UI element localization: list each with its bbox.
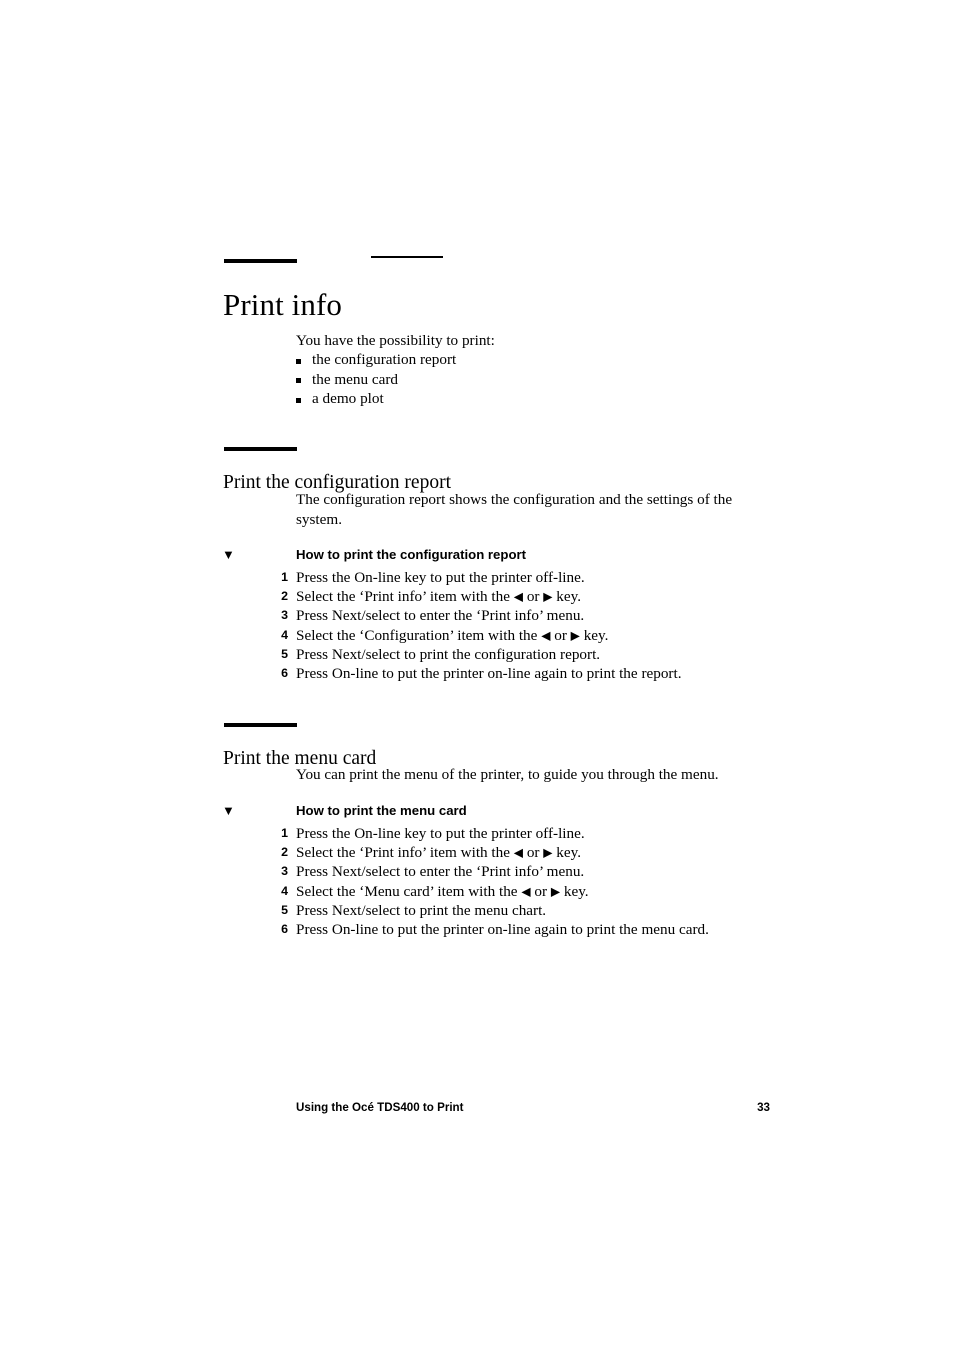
footer-page-number: 33 bbox=[757, 1101, 770, 1114]
step-number: 2 bbox=[281, 845, 288, 860]
section-body-configuration-report: The configuration report shows the confi… bbox=[296, 491, 733, 528]
list-item-label: the menu card bbox=[312, 370, 399, 388]
right-arrow-icon: ▶ bbox=[543, 845, 553, 860]
step-text: Press Next/select to enter the ‘Print in… bbox=[296, 607, 585, 625]
step-number: 3 bbox=[281, 608, 288, 623]
procedure-steps-configuration-report: 1 Press the On-line key to put the print… bbox=[270, 568, 750, 683]
title-rule-thick bbox=[224, 259, 297, 263]
step-item: 3 Press Next/select to enter the ‘Print … bbox=[270, 606, 750, 625]
square-bullet-icon bbox=[296, 378, 301, 383]
square-bullet-icon bbox=[296, 397, 301, 403]
step-text: Press the On-line key to put the printer… bbox=[296, 825, 585, 842]
step-item: 3 Press Next/select to enter the ‘Print … bbox=[270, 862, 750, 881]
step-number: 5 bbox=[281, 902, 288, 917]
step-text: Select the ‘Print info’ item with the ◀ … bbox=[296, 844, 582, 862]
step-item: 1 Press the On-line key to put the print… bbox=[270, 824, 750, 843]
right-arrow-icon: ▶ bbox=[543, 589, 553, 604]
triangle-down-icon: ▼ bbox=[222, 547, 235, 562]
step-text: Press the On-line key to put the printer… bbox=[296, 569, 585, 586]
page-title: Print info bbox=[223, 286, 342, 322]
section-rule-configuration-report bbox=[224, 447, 297, 451]
square-bullet-icon bbox=[296, 358, 301, 364]
procedure-steps-menu-card: 1 Press the On-line key to put the print… bbox=[270, 824, 750, 939]
list-item: a demo plot bbox=[296, 389, 736, 409]
left-arrow-icon: ◀ bbox=[521, 884, 531, 899]
triangle-down-icon: ▼ bbox=[222, 803, 235, 818]
procedure-title-configuration-report: How to print the configuration report bbox=[296, 547, 527, 562]
step-text: Press On-line to put the printer on-line… bbox=[296, 664, 682, 682]
right-arrow-icon: ▶ bbox=[570, 628, 580, 643]
left-arrow-icon: ◀ bbox=[513, 589, 524, 604]
step-item: 6 Press On-line to put the printer on-li… bbox=[270, 920, 750, 939]
title-rule-group bbox=[224, 250, 744, 266]
procedure-title-menu-card: How to print the menu card bbox=[296, 803, 467, 818]
list-item: the menu card bbox=[296, 370, 736, 390]
section-body-menu-card: You can print the menu of the printer, t… bbox=[296, 766, 719, 783]
step-item: 1 Press the On-line key to put the print… bbox=[270, 568, 750, 587]
step-item: 4 Select the ‘Configuration’ item with t… bbox=[270, 626, 750, 645]
step-text: Press On-line to put the printer on-line… bbox=[296, 920, 709, 938]
step-number: 3 bbox=[281, 864, 288, 879]
step-text: Press Next/select to print the menu char… bbox=[296, 901, 547, 919]
step-text: Press Next/select to enter the ‘Print in… bbox=[296, 863, 585, 881]
step-item: 4 Select the ‘Menu card’ item with the ◀… bbox=[270, 882, 750, 901]
title-rule-thin bbox=[371, 256, 443, 258]
step-text: Press Next/select to print the configura… bbox=[296, 645, 601, 663]
document-page: Print info You have the possibility to p… bbox=[0, 0, 954, 1351]
section-rule-menu-card bbox=[224, 723, 297, 727]
step-item: 2 Select the ‘Print info’ item with the … bbox=[270, 843, 750, 862]
step-number: 6 bbox=[281, 921, 288, 936]
step-item: 6 Press On-line to put the printer on-li… bbox=[270, 664, 750, 683]
step-text: Select the ‘Configuration’ item with the… bbox=[296, 626, 609, 644]
step-text: Select the ‘Print info’ item with the ◀ … bbox=[296, 588, 582, 606]
list-item: the configuration report bbox=[296, 350, 736, 370]
footer-chapter-title: Using the Océ TDS400 to Print bbox=[296, 1101, 464, 1114]
step-number: 1 bbox=[281, 826, 288, 840]
list-item-label: the configuration report bbox=[312, 351, 457, 368]
step-number: 5 bbox=[281, 646, 288, 661]
intro-bullet-list: the configuration report the menu card a… bbox=[296, 350, 736, 409]
step-item: 2 Select the ‘Print info’ item with the … bbox=[270, 587, 750, 606]
step-number: 2 bbox=[281, 589, 288, 604]
step-number: 1 bbox=[281, 570, 288, 584]
step-text: Select the ‘Menu card’ item with the ◀ o… bbox=[296, 882, 589, 900]
step-number: 4 bbox=[281, 883, 288, 898]
step-item: 5 Press Next/select to print the menu ch… bbox=[270, 901, 750, 920]
left-arrow-icon: ◀ bbox=[513, 845, 524, 860]
step-number: 6 bbox=[281, 665, 288, 680]
step-item: 5 Press Next/select to print the configu… bbox=[270, 645, 750, 664]
step-number: 4 bbox=[281, 627, 288, 642]
intro-lead-text: You have the possibility to print: bbox=[296, 332, 495, 349]
list-item-label: a demo plot bbox=[312, 390, 384, 407]
right-arrow-icon: ▶ bbox=[550, 884, 561, 899]
